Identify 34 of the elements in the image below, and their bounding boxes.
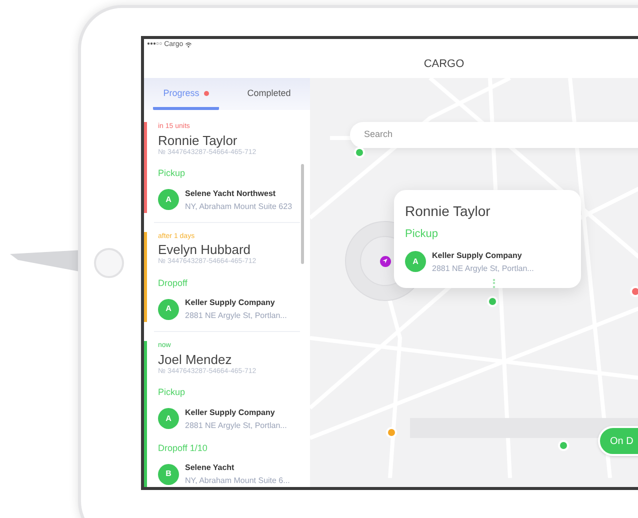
map-marker[interactable] (558, 440, 569, 451)
search-input[interactable]: Search (364, 128, 638, 142)
tab[interactable]: Completed (237, 80, 301, 110)
company-name: Keller Supply Company (432, 250, 523, 262)
wifi-icon (185, 42, 192, 48)
company-name: Keller Supply Company (185, 406, 276, 418)
company-address: 2881 NE Argyle St, Portlan... (185, 310, 287, 322)
customer-name: Joel Mendez (158, 352, 233, 366)
navigation-arrow-icon (382, 258, 388, 264)
popup-customer-name: Ronnie Taylor (405, 202, 492, 221)
stop-label: Pickup (158, 386, 186, 399)
company-address: 2881 NE Argyle St, Portlan... (185, 420, 287, 432)
search-field[interactable]: Search (350, 122, 638, 148)
scrollbar[interactable] (301, 164, 304, 264)
dotted-connector (493, 278, 495, 288)
map-marker[interactable] (386, 427, 397, 438)
location-marker[interactable] (380, 256, 390, 266)
home-button[interactable] (94, 248, 124, 278)
map-marker[interactable] (487, 296, 498, 307)
company-name: Keller Supply Company (185, 297, 276, 309)
stop-label: Pickup (158, 167, 186, 180)
map-marker[interactable] (630, 286, 638, 297)
customer-name: Ronnie Taylor (158, 132, 238, 148)
company-address: NY, Abraham Mount Suite 6... (185, 475, 290, 487)
app-title: CARGO (424, 57, 464, 72)
company-address: NY, Abraham Mount Suite 623 (185, 200, 292, 212)
customer-name: Evelyn Hubbard (158, 242, 252, 257)
stop-label: Pickup (405, 227, 440, 242)
stop-label: Dropoff (158, 276, 188, 290)
stop-label: Dropoff 1/10 (158, 442, 208, 455)
company-address: 2881 NE Argyle St, Portlan... (432, 262, 534, 274)
company-name: Selene Yacht Northwest (185, 188, 277, 200)
company-name: Selene Yacht (185, 462, 236, 474)
map-marker[interactable] (354, 147, 365, 158)
